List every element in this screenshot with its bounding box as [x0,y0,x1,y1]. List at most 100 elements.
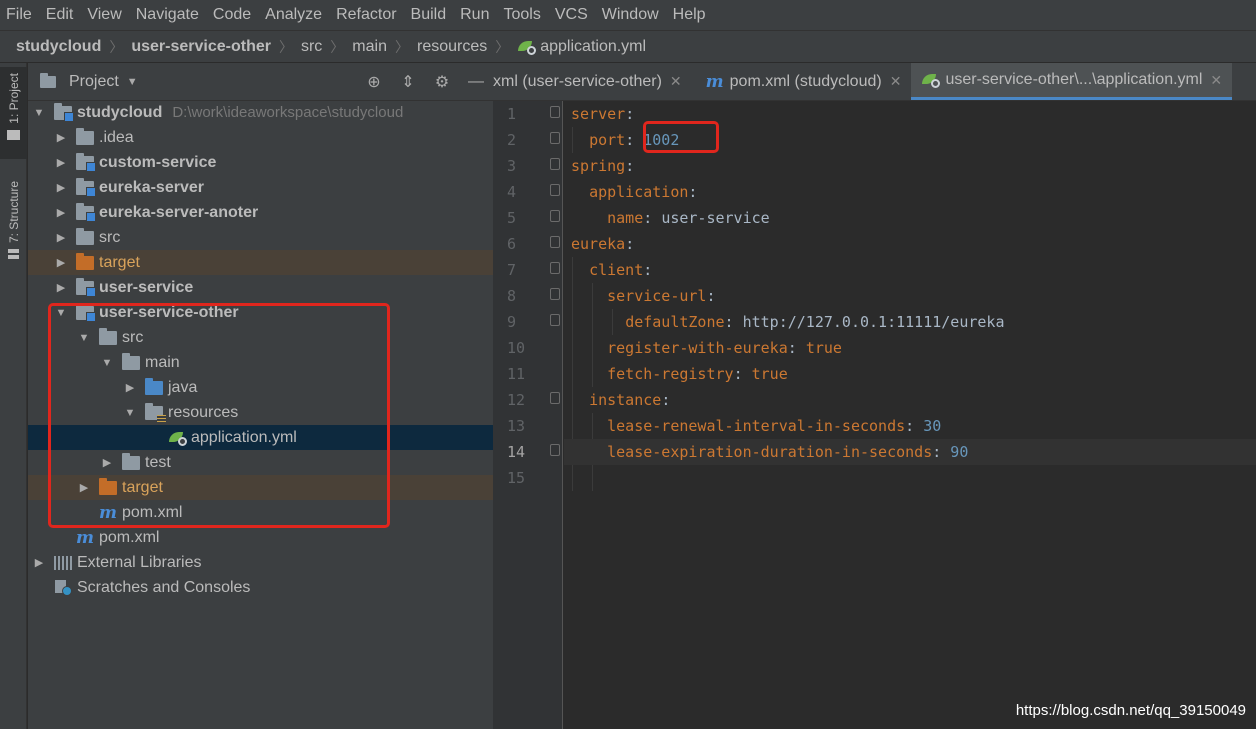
tree-node-target[interactable]: ▶ target [28,250,493,275]
fold-icon[interactable] [550,288,560,300]
gear-icon[interactable]: ⚙ [425,72,459,92]
menu-navigate[interactable]: Navigate [136,6,206,24]
expanded-arrow-icon[interactable]: ▼ [32,107,46,119]
tree-node-studycloud[interactable]: ▼ studycloud D:\work\ideaworkspace\study… [28,100,493,125]
locate-icon[interactable]: ⊕ [357,72,391,92]
tree-node-pom-xml[interactable]: m pom.xml [28,525,493,550]
menu-refactor[interactable]: Refactor [336,6,403,24]
structure-tool-button[interactable]: 7: Structure [0,175,27,275]
collapsed-arrow-icon[interactable]: ▶ [100,456,114,469]
expanded-arrow-icon[interactable]: ▼ [54,307,68,319]
menu-window[interactable]: Window [602,6,666,24]
maven-icon: m [76,527,94,548]
breadcrumb-item[interactable]: src [301,38,322,56]
excluded-folder-icon [99,477,117,495]
fold-icon[interactable] [550,444,560,456]
collapsed-arrow-icon[interactable]: ▶ [54,131,68,144]
collapse-all-icon[interactable]: ⇕ [391,72,425,92]
tree-node-label: test [145,453,171,471]
folder-icon [122,352,140,370]
fold-icon[interactable] [550,210,560,222]
menu-file[interactable]: File [6,6,39,24]
collapsed-arrow-icon[interactable]: ▶ [123,381,137,394]
collapsed-arrow-icon[interactable]: ▶ [54,181,68,194]
fold-icon[interactable] [550,392,560,404]
fold-icon[interactable] [550,158,560,170]
tree-node-test[interactable]: ▶ test [28,450,493,475]
menu-edit[interactable]: Edit [46,6,81,24]
line-number: 10 [507,339,526,357]
collapsed-arrow-icon[interactable]: ▶ [54,256,68,269]
tree-node-src[interactable]: ▶ src [28,225,493,250]
breadcrumb-item[interactable]: main [352,38,387,56]
breadcrumb-item[interactable]: resources [417,38,487,56]
tree-node-label: pom.xml [99,528,160,546]
project-panel-toolbar: ⊕ ⇕ ⚙ — [357,63,493,101]
expanded-arrow-icon[interactable]: ▼ [123,407,137,419]
tree-node-java[interactable]: ▶ java [28,375,493,400]
menu-code[interactable]: Code [213,6,258,24]
spring-yaml-icon [921,72,941,88]
collapsed-arrow-icon[interactable]: ▶ [54,281,68,294]
tree-node-user-service[interactable]: ▶ user-service [28,275,493,300]
structure-tool-label: 7: Structure [6,181,21,244]
tree-node-scratches[interactable]: Scratches and Consoles [28,575,493,600]
menu-analyze[interactable]: Analyze [265,6,329,24]
collapsed-arrow-icon[interactable]: ▶ [32,556,46,569]
tree-node-eureka-server-anoter[interactable]: ▶ eureka-server-anoter [28,200,493,225]
watermark: https://blog.csdn.net/qq_39150049 [1015,702,1246,719]
collapsed-arrow-icon[interactable]: ▶ [54,156,68,169]
breadcrumb-item[interactable]: studycloud [16,38,101,56]
breadcrumb-item[interactable]: application.yml [540,38,646,56]
tree-node-pom-xml[interactable]: m pom.xml [28,500,493,525]
tree-node-resources[interactable]: ▼ resources [28,400,493,425]
menu-vcs[interactable]: VCS [555,6,595,24]
tab-application-yml[interactable]: user-service-other\...\application.yml ✕ [911,63,1233,100]
tab-xml-user-service-other[interactable]: xml (user-service-other) ✕ [493,63,692,100]
close-icon[interactable]: ✕ [1210,72,1222,89]
menu-view[interactable]: View [87,6,128,24]
collapsed-arrow-icon[interactable]: ▶ [54,206,68,219]
scratches-icon [54,579,72,596]
menu-run[interactable]: Run [460,6,496,24]
tree-node-target[interactable]: ▶ target [28,475,493,500]
fold-icon[interactable] [550,106,560,118]
close-icon[interactable]: ✕ [670,73,682,90]
tree-node-src[interactable]: ▼ src [28,325,493,350]
editor-tabs: xml (user-service-other) ✕ m pom.xml (st… [493,63,1256,101]
caret-down-icon[interactable]: ▼ [127,76,138,88]
tree-node-label: pom.xml [122,503,183,521]
tree-node-application-yml[interactable]: application.yml [28,425,493,450]
code-line: instance: [589,391,671,409]
tree-node-external-libraries[interactable]: ▶ External Libraries [28,550,493,575]
close-icon[interactable]: ✕ [890,73,902,90]
fold-icon[interactable] [550,184,560,196]
project-panel-title[interactable]: Project [69,73,119,91]
expanded-arrow-icon[interactable]: ▼ [77,332,91,344]
menu-help[interactable]: Help [673,6,713,24]
fold-icon[interactable] [550,314,560,326]
fold-icon[interactable] [550,236,560,248]
collapsed-arrow-icon[interactable]: ▶ [77,481,91,494]
collapsed-arrow-icon[interactable]: ▶ [54,231,68,244]
tree-node-idea[interactable]: ▶ .idea [28,125,493,150]
fold-icon[interactable] [550,262,560,274]
breadcrumb-item[interactable]: user-service-other [131,38,271,56]
tree-node-user-service-other[interactable]: ▼ user-service-other [28,300,493,325]
tree-node-main[interactable]: ▼ main [28,350,493,375]
tree-node-custom-service[interactable]: ▶ custom-service [28,150,493,175]
menu-tools[interactable]: Tools [503,6,547,24]
menu-build[interactable]: Build [411,6,454,24]
project-tool-button[interactable]: 1: Project [0,67,27,159]
tree-node-label: target [122,478,163,496]
tab-pom-xml-studycloud[interactable]: m pom.xml (studycloud) ✕ [692,63,912,100]
expanded-arrow-icon[interactable]: ▼ [100,357,114,369]
tree-node-label: studycloud [77,103,163,121]
tree-node-eureka-server[interactable]: ▶ eureka-server [28,175,493,200]
fold-icon[interactable] [550,132,560,144]
folder-icon [7,129,20,140]
project-view-icon [40,72,56,88]
minimize-icon[interactable]: — [459,73,493,91]
tree-node-label: .idea [99,128,134,146]
code-editor[interactable]: server: port: 1002 spring: application: … [564,101,1256,729]
